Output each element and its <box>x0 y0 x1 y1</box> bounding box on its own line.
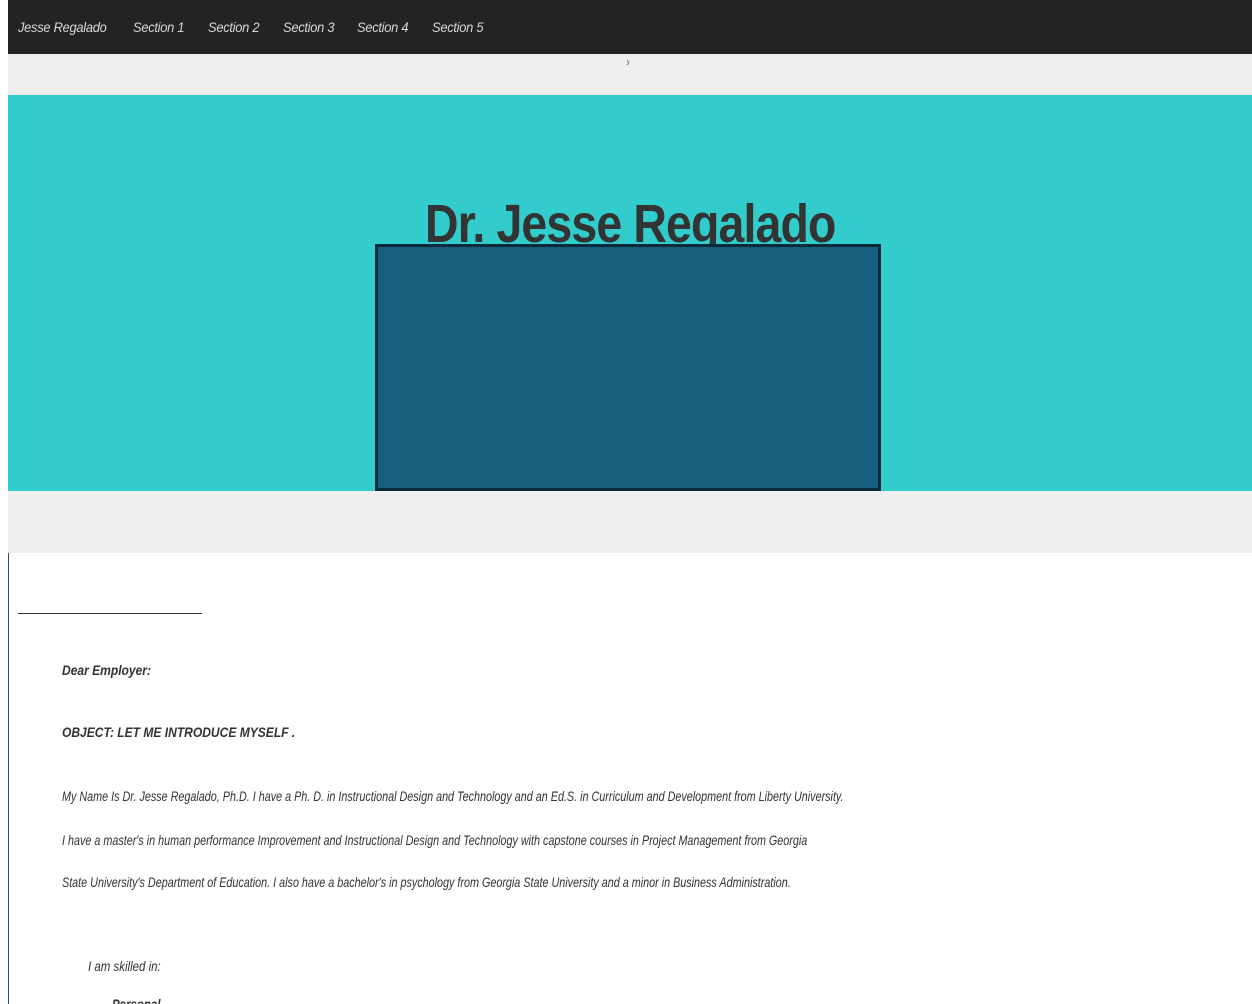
page: Jesse Regalado Section 1 Section 2 Secti… <box>0 0 1252 1004</box>
nav-brand-link[interactable]: Jesse Regalado <box>18 19 107 35</box>
skills-intro: I am skilled in: <box>88 958 161 974</box>
letter-salutation: Dear Employer: <box>62 662 151 678</box>
chevron-right-icon[interactable]: › <box>626 55 630 69</box>
horizontal-rule <box>18 613 202 614</box>
letter-paragraph-line: My Name Is Dr. Jesse Regalado, Ph.D. I h… <box>62 788 844 804</box>
skills-list-item: Personal <box>112 996 161 1004</box>
carousel-control-strip: › <box>8 54 1252 95</box>
nav-section-3-link[interactable]: Section 3 <box>283 19 335 35</box>
top-navigation-bar: Jesse Regalado Section 1 Section 2 Secti… <box>8 0 1252 54</box>
letter-paragraph-line: I have a master's in human performance I… <box>62 832 808 848</box>
nav-section-2-link[interactable]: Section 2 <box>208 19 260 35</box>
nav-section-1-link[interactable]: Section 1 <box>133 19 185 35</box>
nav-section-5-link[interactable]: Section 5 <box>432 19 484 35</box>
letter-object-line: OBJECT: LET ME INTRODUCE MYSELF . <box>62 724 296 740</box>
nav-section-4-link[interactable]: Section 4 <box>357 19 409 35</box>
hero-media-placeholder <box>375 244 881 491</box>
letter-paragraph-line: State University's Department of Educati… <box>62 874 791 890</box>
content-left-border <box>8 553 9 1004</box>
section-divider-band <box>8 491 1252 553</box>
